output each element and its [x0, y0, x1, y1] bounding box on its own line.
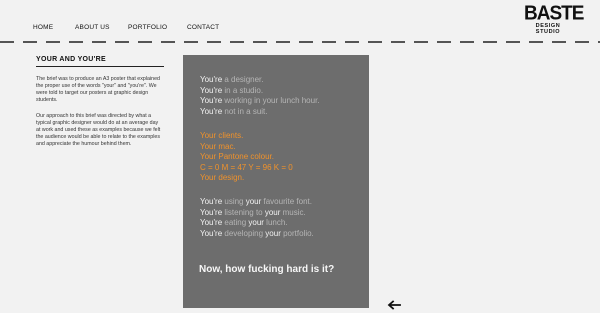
poster-line: You're not in a suit. — [200, 107, 320, 118]
poster-line: Your Pantone colour. — [200, 152, 293, 163]
project-description: YOUR AND YOU'RE The brief was to produce… — [36, 56, 164, 148]
nav-home[interactable]: HOME — [33, 24, 53, 31]
poster-phrase: portfolio. — [280, 228, 314, 238]
poster-phrase: developing — [222, 228, 266, 238]
poster-phrase: not in a suit. — [222, 106, 268, 116]
poster-line: You're working in your lunch hour. — [200, 96, 320, 107]
poster-group-mixed: You're using your favourite font. You're… — [200, 197, 314, 239]
poster-line: You're a designer. — [200, 75, 320, 86]
poster-phrase: Pantone colour. — [216, 152, 274, 162]
logo-tagline: DESIGN STUDIO — [535, 23, 561, 35]
poster-word: your — [248, 218, 264, 228]
logo-wordmark: BASTE — [524, 2, 584, 25]
poster-phrase: lunch. — [263, 218, 288, 228]
poster-group-youre: You're a designer. You're in a studio. Y… — [200, 75, 320, 117]
poster-phrase: C = 0 M = 47 Y = 96 K = 0 — [200, 162, 293, 172]
poster-line: Your mac. — [200, 142, 293, 153]
poster-group-your: Your clients. Your mac. Your Pantone col… — [200, 131, 293, 184]
poster-word: You're — [200, 85, 223, 95]
poster-line: You're in a studio. — [200, 86, 320, 97]
poster-phrase: listening to — [222, 207, 265, 217]
poster-line: You're developing your portfolio. — [200, 229, 314, 240]
description-paragraph-1: The brief was to produce an A3 poster th… — [36, 76, 160, 103]
poster-phrase: in a studio. — [222, 85, 264, 95]
poster-word: You're — [200, 75, 223, 84]
poster-word: your — [265, 228, 281, 238]
poster-word: You're — [200, 96, 223, 106]
poster-word: Your — [200, 141, 217, 151]
poster-word: Your — [200, 152, 217, 162]
nav-about-us[interactable]: ABOUT US — [75, 24, 110, 31]
poster-word: You're — [200, 197, 223, 206]
poster-word: You're — [200, 207, 223, 217]
site-logo[interactable]: BASTE DESIGN STUDIO — [524, 2, 584, 35]
poster-phrase: a designer. — [222, 75, 264, 84]
poster-phrase: clients. — [216, 131, 244, 140]
poster-phrase: music. — [280, 207, 306, 217]
poster-phrase: working in your lunch hour. — [222, 96, 320, 106]
page-title: YOUR AND YOU'RE — [36, 56, 164, 67]
poster-word: your — [264, 207, 281, 217]
poster-line: You're listening to your music. — [200, 208, 314, 219]
poster-word: Your — [200, 131, 217, 140]
poster-line: C = 0 M = 47 Y = 96 K = 0 — [200, 163, 293, 174]
poster-phrase: favourite font. — [261, 197, 312, 206]
poster-line: Your clients. — [200, 131, 293, 142]
nav-portfolio[interactable]: PORTFOLIO — [128, 24, 167, 31]
poster-word: You're — [200, 106, 223, 116]
poster-phrase: using — [222, 197, 246, 206]
description-paragraph-2: Our approach to this brief was directed … — [36, 113, 161, 147]
poster-line: Your design. — [200, 173, 293, 184]
poster-line: You're using your favourite font. — [200, 197, 314, 208]
left-arrow-icon[interactable] — [387, 300, 401, 310]
nav-contact[interactable]: CONTACT — [187, 24, 219, 31]
nav-divider — [0, 41, 600, 43]
poster-image: You're a designer. You're in a studio. Y… — [183, 55, 369, 308]
main-nav: HOME ABOUT US PORTFOLIO CONTACT — [0, 24, 600, 38]
poster-word: You're — [200, 228, 223, 238]
poster-phrase: eating — [222, 218, 249, 228]
poster-word: You're — [200, 218, 223, 228]
poster-phrase: mac. — [216, 141, 236, 151]
poster-line: You're eating your lunch. — [200, 218, 314, 229]
poster-word: your — [245, 197, 262, 206]
poster-tagline: Now, how fucking hard is it? — [199, 264, 335, 275]
poster-phrase: design. — [216, 173, 245, 183]
poster-word: Your — [200, 173, 217, 183]
